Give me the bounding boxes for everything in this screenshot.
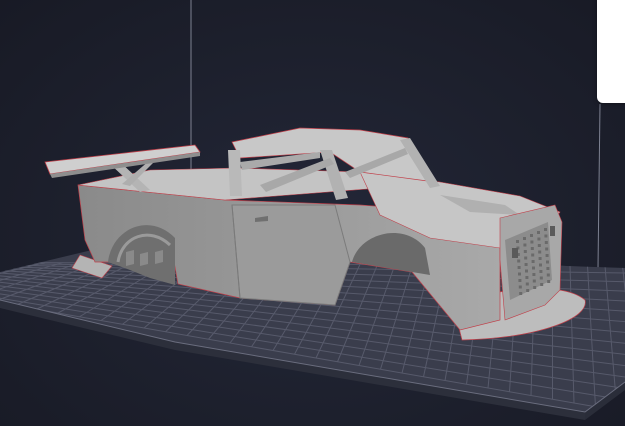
grille-vent-hole: [530, 240, 534, 244]
grille-vent-hole: [539, 263, 542, 267]
settings-panel[interactable]: [597, 0, 625, 103]
grille-vent-hole: [537, 231, 540, 234]
grille-vent-hole: [545, 254, 549, 257]
grille-vent-hole: [546, 267, 550, 270]
grille-vent-hole: [537, 237, 541, 241]
grille-vent-hole: [524, 263, 528, 266]
grille-vent-hole: [532, 266, 535, 270]
grille-vent-hole: [525, 269, 528, 273]
grille-vent-hole: [533, 286, 537, 289]
grille-vent-hole: [539, 276, 543, 280]
grille-vent-hole: [523, 243, 527, 247]
grille-vent-hole: [545, 247, 549, 251]
grille-vent-hole: [531, 253, 535, 257]
grille-vent-hole: [523, 237, 526, 240]
grille-vent-hole: [538, 257, 542, 260]
grille-vent-hole: [530, 234, 533, 237]
grille-vent-hole: [518, 279, 522, 282]
grille-vent-hole: [517, 266, 521, 269]
grille-vent-hole: [526, 289, 530, 292]
build-volume-edge-right: [597, 103, 601, 269]
3d-viewport[interactable]: [0, 0, 625, 426]
grille-vent-hole: [516, 240, 519, 243]
grille-vent-hole: [531, 260, 535, 263]
grille-vent-hole: [525, 282, 529, 286]
grille-vent-hole: [518, 272, 521, 276]
grille-vent-hole: [547, 280, 551, 283]
grille-vent-hole: [525, 276, 529, 279]
grille-vent-hole: [523, 250, 527, 253]
grille-vent-hole: [537, 244, 541, 247]
grille-vent-hole: [546, 273, 550, 277]
grille-vent-hole: [538, 250, 542, 254]
grille-vent-hole: [519, 292, 523, 295]
grille-vent-hole: [518, 285, 522, 289]
grille-vent-hole: [544, 241, 548, 244]
grille-vent-hole: [517, 259, 521, 263]
grille-vent-hole: [544, 228, 547, 231]
viewport-scene[interactable]: [0, 0, 625, 426]
grille-vent-hole: [544, 234, 548, 238]
grille-vent-hole: [524, 256, 528, 260]
grille-vent-hole: [540, 283, 544, 286]
grille-vent-hole: [532, 273, 536, 276]
grille-vent-hole: [530, 247, 534, 250]
grille-vent-hole: [532, 279, 536, 283]
grille-vent-hole: [546, 260, 549, 264]
grille-vent-hole: [539, 270, 543, 273]
